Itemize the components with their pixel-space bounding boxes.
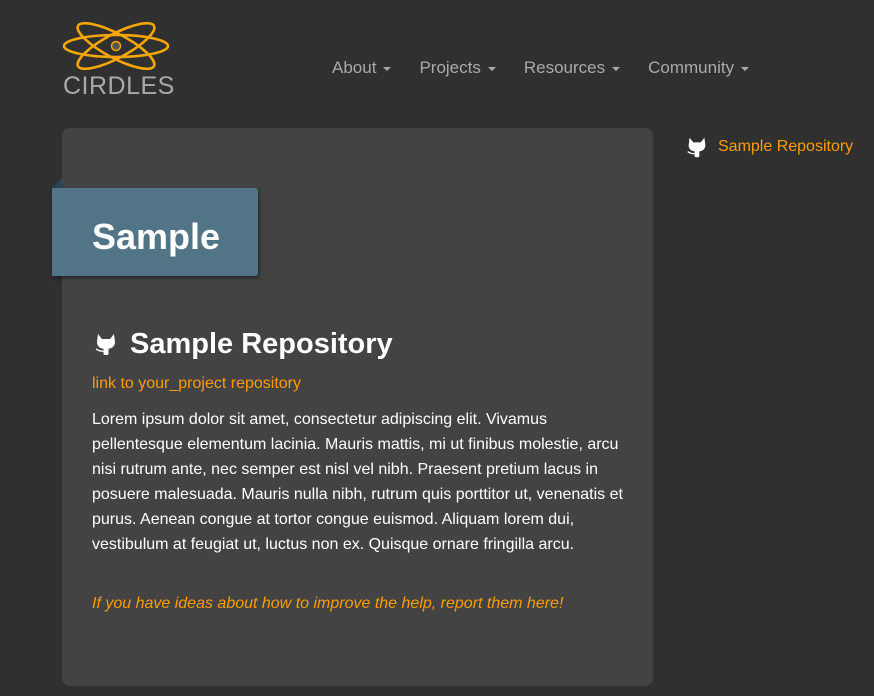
- github-octocat-icon: [687, 137, 706, 158]
- nav-projects[interactable]: Projects: [405, 56, 509, 80]
- nav-resources[interactable]: Resources: [510, 56, 634, 80]
- ribbon-fold: [52, 178, 62, 188]
- caret-down-icon: [612, 67, 621, 71]
- page-title: Sample: [92, 216, 221, 257]
- nav-projects-label: Projects: [419, 58, 481, 77]
- nav-community-label: Community: [648, 58, 735, 77]
- caret-down-icon: [741, 67, 750, 71]
- body-text: Lorem ipsum dolor sit amet, consectetur …: [92, 411, 623, 553]
- help-feedback-link[interactable]: If you have ideas about how to improve t…: [92, 595, 563, 613]
- caret-down-icon: [383, 67, 392, 71]
- atom-logo-icon: [62, 21, 170, 71]
- nav-resources-label: Resources: [523, 58, 606, 77]
- main-nav: About Projects Resources Community: [318, 56, 763, 80]
- nav-about[interactable]: About: [318, 56, 405, 80]
- repo-heading-title: Sample Repository: [130, 327, 393, 360]
- title-ribbon: Sample: [52, 188, 258, 276]
- sidebar-repo-link-label: Sample Repository: [718, 138, 854, 155]
- github-octocat-icon: [95, 334, 115, 355]
- repo-link[interactable]: link to your_project repository: [92, 375, 301, 393]
- repo-heading: Sample Repository: [92, 326, 393, 362]
- sidebar-repo-link[interactable]: Sample Repository: [684, 132, 853, 162]
- nav-community[interactable]: Community: [634, 56, 763, 80]
- cirdles-logo[interactable]: CIRDLES: [62, 20, 174, 100]
- caret-down-icon: [487, 67, 496, 71]
- logo-wordmark: CIRDLES: [63, 72, 175, 100]
- nav-about-label: About: [332, 58, 377, 77]
